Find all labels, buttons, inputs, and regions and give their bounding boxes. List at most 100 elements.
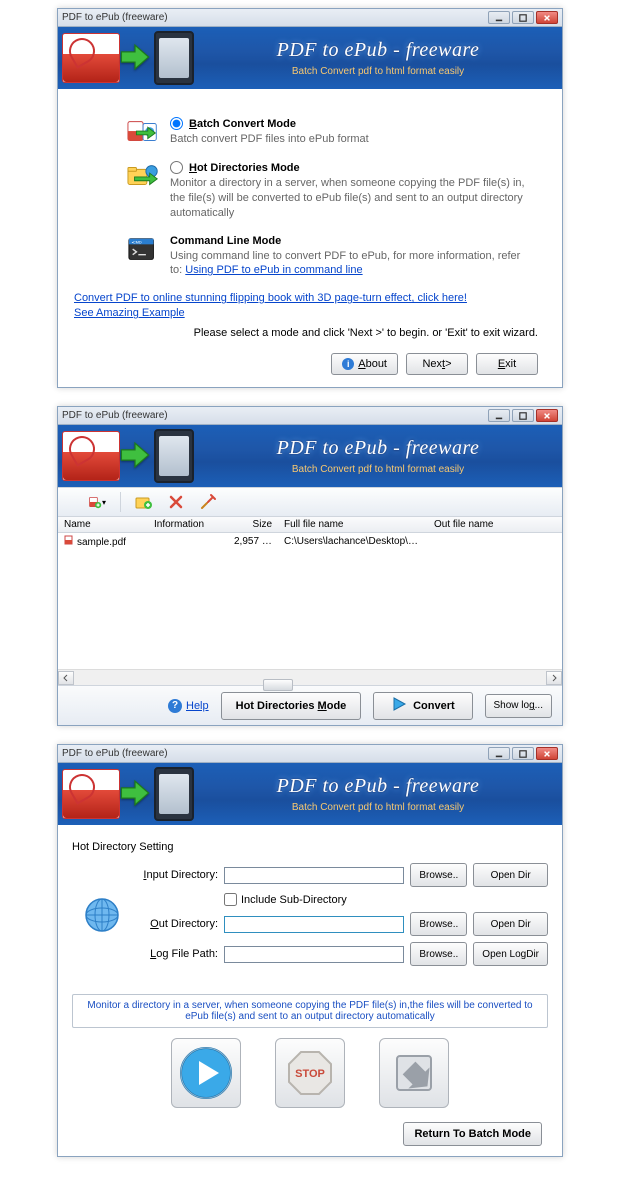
mode-radio-batch[interactable] [170,117,183,130]
banner-subtitle: Batch Convert pdf to html format easily [194,66,562,77]
settings-icon[interactable] [199,493,217,511]
svg-text:•CMD: •CMD [132,240,142,244]
banner-title: PDF to ePub - freeware [194,437,562,460]
flipping-book-link[interactable]: Convert PDF to online stunning flipping … [74,292,544,304]
batch-convert-window: PDF to ePub (freeware) PDF to ePub - fre… [57,406,563,726]
command-line-icon: •CMD [126,235,162,265]
table-row[interactable]: sample.pdf 2,957 KB C:\Users\lachance\De… [58,533,562,549]
stop-button[interactable]: STOP [275,1038,345,1108]
window-title: PDF to ePub (freeware) [62,748,488,759]
banner-subtitle: Batch Convert pdf to html format easily [194,802,562,813]
close-button[interactable] [536,747,558,760]
col-size[interactable]: Size [228,519,278,530]
mode-selection-window: PDF to ePub (freeware) PDF to ePub - fre… [57,8,563,388]
out-dir-label: Out Directory: [138,918,218,930]
open-out-dir-button[interactable]: Open Dir [473,912,548,936]
col-information[interactable]: Information [148,519,228,530]
epub-device-icon [154,429,194,483]
minimize-button[interactable] [488,409,510,422]
show-log-button[interactable]: Show log... [485,694,552,718]
help-link[interactable]: ?Help [168,699,209,713]
mode-desc: Monitor a directory in a server, when so… [170,176,530,221]
col-out-filename[interactable]: Out file name [428,519,562,530]
titlebar[interactable]: PDF to ePub (freeware) [58,407,562,425]
amazing-example-link[interactable]: See Amazing Example [74,307,544,319]
remove-icon[interactable] [167,493,185,511]
hot-directories-icon [126,161,162,191]
window-title: PDF to ePub (freeware) [62,12,488,23]
close-button[interactable] [536,11,558,24]
titlebar[interactable]: PDF to ePub (freeware) [58,9,562,27]
add-folder-icon[interactable] [135,493,153,511]
arrow-icon [118,776,152,813]
open-log-dir-button[interactable]: Open LogDir [473,942,548,966]
bottom-bar: ?Help Hot Directories Mode Convert Show … [58,685,562,725]
wizard-hint: Please select a mode and click 'Next >' … [82,327,538,339]
include-subdir-checkbox[interactable] [224,893,237,906]
close-button[interactable] [536,409,558,422]
browse-out-button[interactable]: Browse.. [410,912,467,936]
log-path-field[interactable] [224,946,404,963]
maximize-button[interactable] [512,11,534,24]
pdf-logo-icon [62,431,120,481]
titlebar[interactable]: PDF to ePub (freeware) [58,745,562,763]
browse-input-button[interactable]: Browse.. [410,863,467,887]
mode-label[interactable]: Hot Directories Mode [189,162,300,174]
mode-label: Command Line Mode [170,235,281,247]
toolbar: ▾ [58,487,562,517]
banner-title: PDF to ePub - freeware [194,39,562,62]
output-folder-button[interactable] [379,1038,449,1108]
maximize-button[interactable] [512,409,534,422]
browse-log-button[interactable]: Browse.. [410,942,467,966]
pdf-logo-icon [62,33,120,83]
banner: PDF to ePub - freeware Batch Convert pdf… [58,763,562,825]
start-button[interactable] [171,1038,241,1108]
banner: PDF to ePub - freeware Batch Convert pdf… [58,425,562,487]
info-icon: i [342,358,354,370]
mode-label[interactable]: Batch Convert Mode [189,118,296,130]
mode-radio-hot[interactable] [170,161,183,174]
scroll-left-icon[interactable] [58,671,74,685]
exit-button[interactable]: Exit [476,353,538,375]
svg-text:STOP: STOP [295,1068,325,1080]
maximize-button[interactable] [512,747,534,760]
banner-subtitle: Batch Convert pdf to html format easily [194,464,562,475]
open-input-dir-button[interactable]: Open Dir [473,863,548,887]
epub-device-icon [154,767,194,821]
return-batch-mode-button[interactable]: Return To Batch Mode [403,1122,542,1146]
hot-directories-mode-button[interactable]: Hot Directories Mode [221,692,362,720]
table-header: Name Information Size Full file name Out… [58,517,562,533]
pdf-logo-icon [62,769,120,819]
arrow-icon [118,40,152,77]
minimize-button[interactable] [488,747,510,760]
batch-convert-icon [126,117,162,147]
banner-title: PDF to ePub - freeware [194,775,562,798]
add-file-icon[interactable]: ▾ [88,493,106,511]
input-dir-field[interactable] [224,867,404,884]
scroll-right-icon[interactable] [546,671,562,685]
hot-dir-note: Monitor a directory in a server, when so… [72,994,548,1028]
hot-directory-window: PDF to ePub (freeware) PDF to ePub - fre… [57,744,563,1157]
scroll-thumb[interactable] [263,679,293,691]
help-icon: ? [168,699,182,713]
globe-icon [72,895,132,935]
pdf-file-icon [64,535,74,545]
file-table[interactable]: sample.pdf 2,957 KB C:\Users\lachance\De… [58,533,562,669]
arrow-icon [118,438,152,475]
col-full-filename[interactable]: Full file name [278,519,428,530]
include-subdir-label[interactable]: Include Sub-Directory [241,894,347,906]
minimize-button[interactable] [488,11,510,24]
out-dir-field[interactable] [224,916,404,933]
next-button[interactable]: Next> [406,353,468,375]
horizontal-scrollbar[interactable] [58,669,562,685]
about-button[interactable]: iAbout [331,353,398,375]
mode-batch-convert: Batch Convert Mode Batch convert PDF fil… [126,117,544,147]
col-name[interactable]: Name [58,519,148,530]
banner: PDF to ePub - freeware Batch Convert pdf… [58,27,562,89]
mode-hot-directories: Hot Directories Mode Monitor a directory… [126,161,544,221]
convert-button[interactable]: Convert [373,692,472,720]
mode-command-line: •CMD Command Line Mode Using command lin… [126,235,544,279]
cmd-line-link[interactable]: Using PDF to ePub in command line [185,264,362,276]
input-dir-label: Input Directory: [138,869,218,881]
hot-directory-heading: Hot Directory Setting [72,841,548,853]
